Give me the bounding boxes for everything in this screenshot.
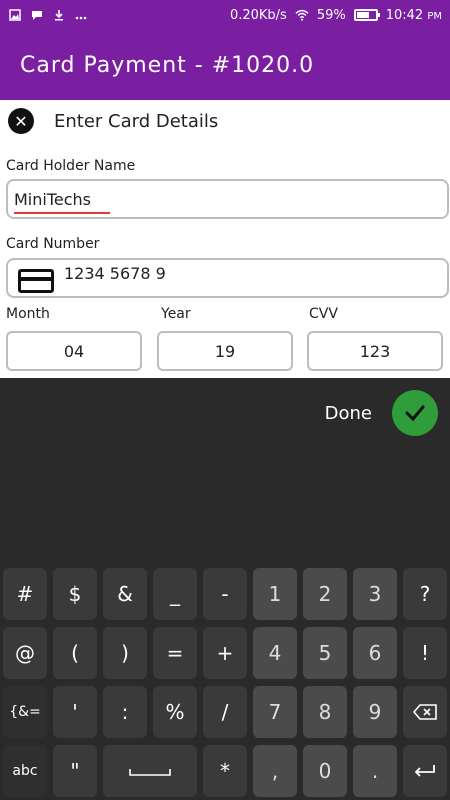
status-left <box>8 8 88 22</box>
done-label[interactable]: Done <box>325 403 372 424</box>
key-hash[interactable]: # <box>3 568 47 620</box>
form-title: Enter Card Details <box>54 110 219 132</box>
check-icon <box>405 405 425 422</box>
status-bar: 0.20Kb/s 59% 10:42 PM <box>0 0 450 30</box>
key-3[interactable]: 3 <box>353 568 397 620</box>
key-row-1: # $ & _ - 1 2 3 ? <box>3 568 447 620</box>
time-value: 10:42 <box>385 7 424 23</box>
key-6[interactable]: 6 <box>353 627 397 679</box>
key-at[interactable]: @ <box>3 627 47 679</box>
key-5[interactable]: 5 <box>303 627 347 679</box>
card-holder-input[interactable]: MiniTechs <box>6 179 449 219</box>
card-number-value: 1234 5678 9 <box>64 264 166 283</box>
card-holder-value: MiniTechs <box>14 190 92 209</box>
backspace-icon <box>412 704 437 720</box>
key-backspace[interactable] <box>403 686 447 738</box>
wifi-icon <box>295 8 309 22</box>
key-colon[interactable]: : <box>103 686 147 738</box>
spellcheck-underline <box>14 212 110 214</box>
key-slash[interactable]: / <box>203 686 247 738</box>
battery-fill <box>356 12 369 18</box>
key-period[interactable]: . <box>353 745 397 797</box>
key-underscore[interactable]: _ <box>153 568 197 620</box>
key-minus[interactable]: - <box>203 568 247 620</box>
month-label: Month <box>6 306 50 322</box>
status-right: 0.20Kb/s 59% 10:42 PM <box>230 8 442 23</box>
cvv-label: CVV <box>309 306 338 322</box>
credit-card-icon <box>18 269 54 293</box>
close-icon: ✕ <box>14 111 28 131</box>
key-9[interactable]: 9 <box>353 686 397 738</box>
key-row-4: abc " * , 0 . <box>3 745 447 797</box>
enter-icon <box>414 765 435 777</box>
page-title: Card Payment - #1020.0 <box>20 52 315 78</box>
key-paren-close[interactable]: ) <box>103 627 147 679</box>
year-input[interactable]: 19 <box>157 331 293 371</box>
space-icon <box>129 769 171 776</box>
time-ampm: PM <box>427 10 442 22</box>
key-asterisk[interactable]: * <box>203 745 247 797</box>
battery-percent: 59% <box>316 7 346 23</box>
key-paren-open[interactable]: ( <box>53 627 97 679</box>
year-value: 19 <box>214 341 236 361</box>
key-ampersand[interactable]: & <box>103 568 147 620</box>
key-4[interactable]: 4 <box>253 627 297 679</box>
card-number-label: Card Number <box>6 236 100 252</box>
year-label: Year <box>161 306 191 322</box>
chat-icon <box>30 8 44 22</box>
key-dollar[interactable]: $ <box>53 568 97 620</box>
cvv-input[interactable]: 123 <box>307 331 443 371</box>
more-icon <box>74 8 88 22</box>
soft-keyboard: Done # $ & _ - 1 2 3 ? @ ( ) = + 4 5 6 ! <box>0 378 450 800</box>
month-value: 04 <box>63 341 85 361</box>
key-apostrophe[interactable]: ' <box>53 686 97 738</box>
key-row-3: {&= ' : % / 7 8 9 <box>3 686 447 738</box>
key-abc[interactable]: abc <box>3 745 47 797</box>
key-2[interactable]: 2 <box>303 568 347 620</box>
key-row-2: @ ( ) = + 4 5 6 ! <box>3 627 447 679</box>
key-quote[interactable]: " <box>53 745 97 797</box>
form-header: ✕ Enter Card Details <box>8 108 218 134</box>
key-equals[interactable]: = <box>153 627 197 679</box>
image-icon <box>8 8 22 22</box>
time: 10:42 PM <box>386 8 442 23</box>
key-space[interactable] <box>103 745 197 797</box>
battery-icon <box>353 9 380 21</box>
app-bar: Card Payment - #1020.0 <box>0 30 450 100</box>
done-button[interactable] <box>392 390 438 436</box>
key-1[interactable]: 1 <box>253 568 297 620</box>
key-comma[interactable]: , <box>253 745 297 797</box>
key-plus[interactable]: + <box>203 627 247 679</box>
key-percent[interactable]: % <box>153 686 197 738</box>
keyboard-toolbar: Done <box>0 378 450 448</box>
close-button[interactable]: ✕ <box>8 108 34 134</box>
key-enter[interactable] <box>403 745 447 797</box>
download-icon <box>52 8 66 22</box>
card-number-input[interactable]: 1234 5678 9 <box>6 258 449 298</box>
key-symbols[interactable]: {&= <box>3 686 47 738</box>
month-input[interactable]: 04 <box>6 331 142 371</box>
network-speed: 0.20Kb/s <box>229 7 287 23</box>
key-question[interactable]: ? <box>403 568 447 620</box>
card-form: ✕ Enter Card Details Card Holder Name Mi… <box>0 100 450 378</box>
card-holder-label: Card Holder Name <box>6 158 136 174</box>
key-exclamation[interactable]: ! <box>403 627 447 679</box>
key-7[interactable]: 7 <box>253 686 297 738</box>
cvv-value: 123 <box>359 341 391 361</box>
key-0[interactable]: 0 <box>303 745 347 797</box>
key-8[interactable]: 8 <box>303 686 347 738</box>
